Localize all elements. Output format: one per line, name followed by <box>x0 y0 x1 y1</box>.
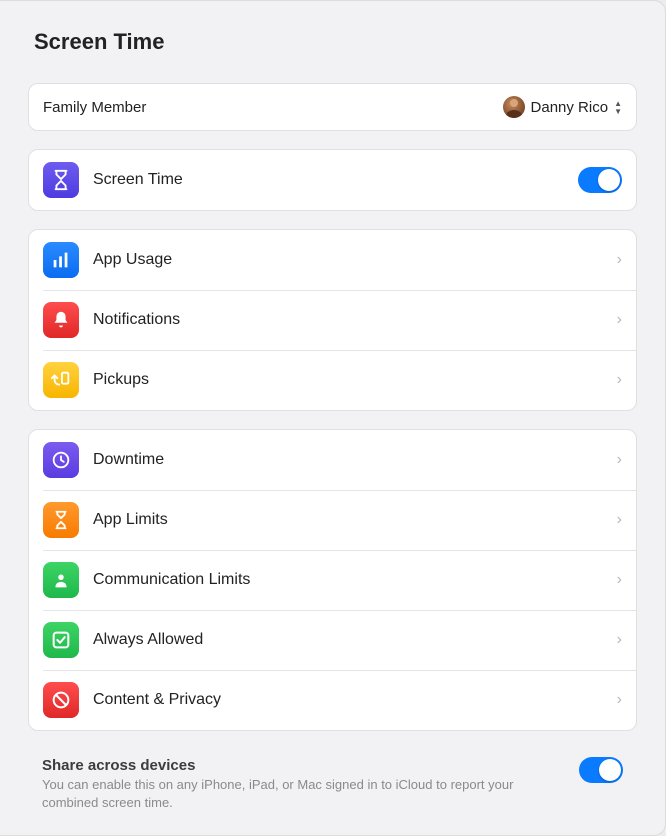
usage-group: App Usage › Notifications › Pickups › <box>28 229 637 411</box>
share-description: You can enable this on any iPhone, iPad,… <box>42 776 565 811</box>
hourglass-icon <box>43 162 79 198</box>
family-member-group: Family Member Danny Rico ▲▼ <box>28 83 637 131</box>
chevron-right-icon: › <box>617 631 622 649</box>
chevron-right-icon: › <box>617 511 622 529</box>
share-title: Share across devices <box>42 757 565 774</box>
content-privacy-label: Content & Privacy <box>93 691 221 709</box>
always-allowed-label: Always Allowed <box>93 631 203 649</box>
communication-limits-row[interactable]: Communication Limits › <box>29 550 636 610</box>
page-title: Screen Time <box>28 29 637 55</box>
app-limits-label: App Limits <box>93 511 168 529</box>
pickups-row[interactable]: Pickups › <box>29 350 636 410</box>
bell-icon <box>43 302 79 338</box>
screen-time-panel: Screen Time Family Member Danny Rico ▲▼ … <box>0 0 666 836</box>
content-privacy-row[interactable]: Content & Privacy › <box>29 670 636 730</box>
screen-time-toggle-group: Screen Time <box>28 149 637 211</box>
chevron-right-icon: › <box>617 311 622 329</box>
notifications-row[interactable]: Notifications › <box>29 290 636 350</box>
chevron-right-icon: › <box>617 251 622 269</box>
share-group: Share across devices You can enable this… <box>28 749 637 825</box>
screen-time-row: Screen Time <box>29 150 636 210</box>
chevron-right-icon: › <box>617 451 622 469</box>
limits-group: Downtime › App Limits › Communication Li… <box>28 429 637 731</box>
always-allowed-row[interactable]: Always Allowed › <box>29 610 636 670</box>
hourglass-small-icon <box>43 502 79 538</box>
family-member-row[interactable]: Family Member Danny Rico ▲▼ <box>29 84 636 130</box>
bar-chart-icon <box>43 242 79 278</box>
pickups-label: Pickups <box>93 371 149 389</box>
share-toggle[interactable] <box>579 757 623 783</box>
check-shield-icon <box>43 622 79 658</box>
avatar <box>503 96 525 118</box>
screen-time-label: Screen Time <box>93 171 183 189</box>
communication-limits-label: Communication Limits <box>93 571 250 589</box>
person-bubble-icon <box>43 562 79 598</box>
chevron-right-icon: › <box>617 691 622 709</box>
clock-icon <box>43 442 79 478</box>
downtime-label: Downtime <box>93 451 164 469</box>
app-usage-row[interactable]: App Usage › <box>29 230 636 290</box>
notifications-label: Notifications <box>93 311 180 329</box>
stepper-icon[interactable]: ▲▼ <box>614 100 622 115</box>
screen-time-toggle[interactable] <box>578 167 622 193</box>
chevron-right-icon: › <box>617 571 622 589</box>
family-member-name: Danny Rico <box>531 99 609 116</box>
no-entry-icon <box>43 682 79 718</box>
pickup-icon <box>43 362 79 398</box>
family-member-label: Family Member <box>43 99 146 116</box>
chevron-right-icon: › <box>617 371 622 389</box>
downtime-row[interactable]: Downtime › <box>29 430 636 490</box>
app-limits-row[interactable]: App Limits › <box>29 490 636 550</box>
app-usage-label: App Usage <box>93 251 172 269</box>
